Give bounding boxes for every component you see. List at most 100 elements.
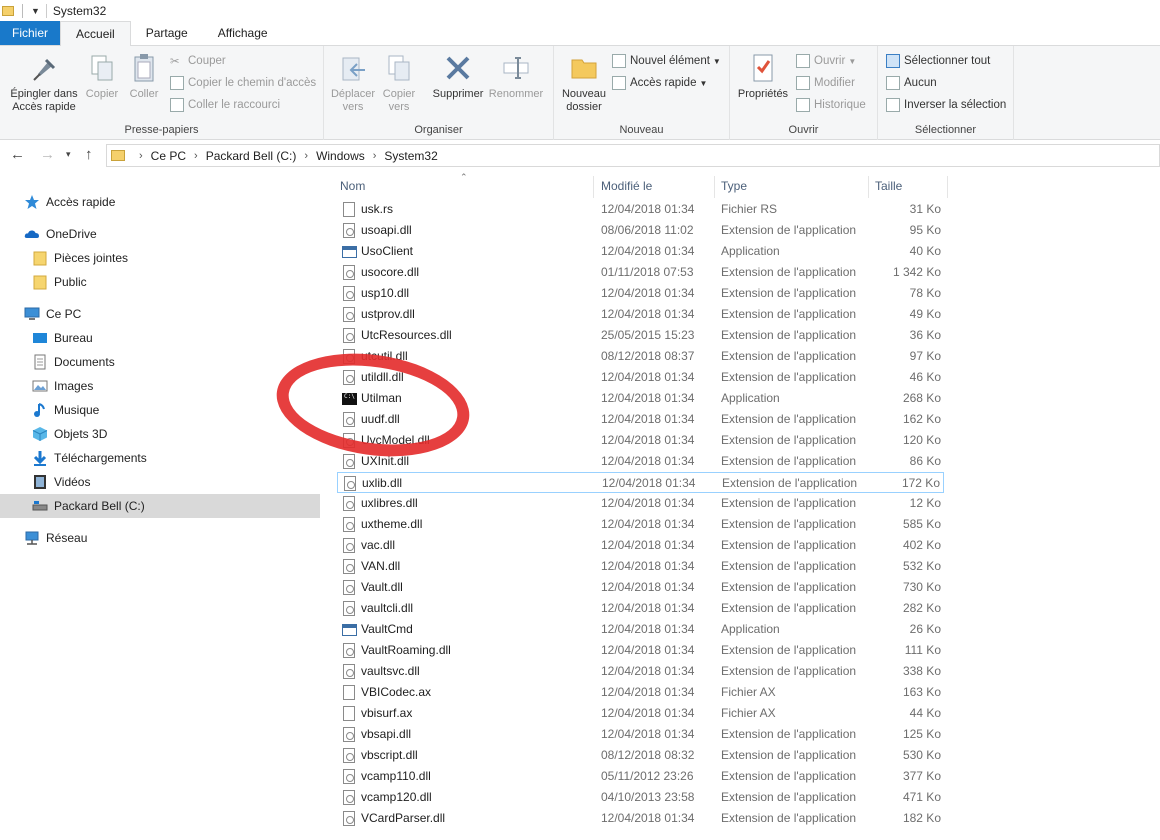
file-row[interactable]: vac.dll 12/04/2018 01:34 Extension de l'ap…: [337, 535, 944, 556]
chevron-right-icon[interactable]: ›: [304, 150, 308, 162]
file-row[interactable]: UsoClient 12/04/2018 01:34 Application 40 K…: [337, 241, 944, 262]
file-row[interactable]: vbsapi.dll 12/04/2018 01:34 Extension de l…: [337, 724, 944, 745]
file-row[interactable]: UtcResources.dll 25/05/2015 15:23 Extensio…: [337, 325, 944, 346]
file-row[interactable]: UvcModel.dll 12/04/2018 01:34 Extension de…: [337, 430, 944, 451]
invert-selection-button[interactable]: Inverser la sélection: [886, 95, 1006, 115]
copy-button[interactable]: Copier: [82, 52, 122, 101]
properties-button[interactable]: Propriétés: [734, 52, 792, 101]
file-type: Extension de l'application: [721, 223, 857, 237]
tab-view[interactable]: Affichage: [203, 21, 283, 45]
select-all-button[interactable]: Sélectionner tout: [886, 51, 990, 71]
file-type: Extension de l'application: [721, 643, 857, 657]
edit-icon: [796, 76, 810, 90]
up-arrow-icon[interactable]: ↑: [85, 146, 93, 163]
file-row[interactable]: uxlibres.dll 12/04/2018 01:34 Extension de…: [337, 493, 944, 514]
file-row[interactable]: utildll.dll 12/04/2018 01:34 Extension de …: [337, 367, 944, 388]
file-row[interactable]: vaultsvc.dll 12/04/2018 01:34 Extension de…: [337, 661, 944, 682]
customize-quick-access-icon[interactable]: ▼: [31, 6, 40, 16]
file-row[interactable]: vbscript.dll 08/12/2018 08:32 Extension de…: [337, 745, 944, 766]
nav-item-attachments[interactable]: Pièces jointes: [0, 246, 320, 270]
nav-item-videos[interactable]: Vidéos: [0, 470, 320, 494]
file-row[interactable]: VAN.dll 12/04/2018 01:34 Extension de l'ap…: [337, 556, 944, 577]
chevron-right-icon[interactable]: ›: [373, 150, 377, 162]
file-row[interactable]: usoapi.dll 08/06/2018 11:02 Extension de l…: [337, 220, 944, 241]
nav-item-3d-objects[interactable]: Objets 3D: [0, 422, 320, 446]
tab-share[interactable]: Partage: [131, 21, 203, 45]
nav-item-music[interactable]: Musique: [0, 398, 320, 422]
cut-button[interactable]: ✂ Couper: [170, 51, 226, 71]
nav-item-drive-c[interactable]: Packard Bell (C:): [0, 494, 320, 518]
app-icon: [342, 246, 357, 258]
file-row[interactable]: vcamp120.dll 04/10/2013 23:58 Extension de…: [337, 787, 944, 808]
chevron-right-icon[interactable]: ›: [194, 150, 198, 162]
file-row[interactable]: uxlib.dll 12/04/2018 01:34 Extension de l'…: [337, 472, 944, 493]
column-name[interactable]: Nom: [340, 172, 365, 200]
back-arrow-icon[interactable]: ←: [10, 146, 25, 163]
rename-button[interactable]: Renommer: [486, 52, 546, 101]
nav-item-network[interactable]: Réseau: [0, 526, 320, 550]
nav-item-downloads[interactable]: Téléchargements: [0, 446, 320, 470]
file-row[interactable]: Vault.dll 12/04/2018 01:34 Extension de l'…: [337, 577, 944, 598]
file-row[interactable]: Utilman 12/04/2018 01:34 Application 268 Ko: [337, 388, 944, 409]
pin-quick-access-button[interactable]: Épingler dans Accès rapide: [4, 52, 84, 114]
column-divider[interactable]: [947, 176, 948, 198]
nav-item-public[interactable]: Public: [0, 270, 320, 294]
paste-button[interactable]: Coller: [124, 52, 164, 101]
file-row[interactable]: usp10.dll 12/04/2018 01:34 Extension de l'…: [337, 283, 944, 304]
chevron-right-icon[interactable]: ›: [139, 150, 143, 162]
column-divider[interactable]: [868, 176, 869, 198]
folder-icon[interactable]: [2, 6, 14, 16]
file-row[interactable]: uxtheme.dll 12/04/2018 01:34 Extension de …: [337, 514, 944, 535]
column-divider[interactable]: [714, 176, 715, 198]
recent-locations-chevron-icon[interactable]: ▾: [66, 149, 71, 160]
tab-home[interactable]: Accueil: [60, 21, 131, 46]
file-modified: 12/04/2018 01:34: [602, 476, 696, 490]
copy-to-button[interactable]: Copier vers: [376, 52, 422, 114]
breadcrumb-drive[interactable]: Packard Bell (C:): [206, 149, 297, 163]
file-row[interactable]: vaultcli.dll 12/04/2018 01:34 Extension de…: [337, 598, 944, 619]
column-modified[interactable]: Modifié le: [601, 172, 652, 200]
open-button[interactable]: Ouvrir ▼: [796, 51, 856, 71]
copy-path-button[interactable]: Copier le chemin d'accès: [170, 73, 316, 93]
new-folder-button[interactable]: Nouveau dossier: [556, 52, 612, 114]
file-row[interactable]: vcamp110.dll 05/11/2012 23:26 Extension de…: [337, 766, 944, 787]
breadcrumb-windows[interactable]: Windows: [316, 149, 365, 163]
file-row[interactable]: usocore.dll 01/11/2018 07:53 Extension de …: [337, 262, 944, 283]
history-button[interactable]: Historique: [796, 95, 866, 115]
download-arrow-icon: [32, 450, 48, 466]
file-row[interactable]: vbisurf.ax 12/04/2018 01:34 Fichier AX 44 K…: [337, 703, 944, 724]
tab-file[interactable]: Fichier: [0, 21, 61, 45]
forward-arrow-icon[interactable]: →: [40, 146, 55, 163]
file-row[interactable]: UXInit.dll 12/04/2018 01:34 Extension de l…: [337, 451, 944, 472]
nav-item-onedrive[interactable]: OneDrive: [0, 222, 320, 246]
quick-access-button[interactable]: Accès rapide ▼: [612, 73, 707, 93]
address-bar[interactable]: › Ce PC › Packard Bell (C:) › Windows › …: [106, 144, 1160, 167]
file-row[interactable]: uudf.dll 12/04/2018 01:34 Extension de l'a…: [337, 409, 944, 430]
select-none-button[interactable]: Aucun: [886, 73, 937, 93]
file-row[interactable]: ustprov.dll 12/04/2018 01:34 Extension de …: [337, 304, 944, 325]
delete-button[interactable]: Supprimer: [426, 52, 490, 101]
new-item-button[interactable]: Nouvel élément ▼: [612, 51, 721, 71]
file-row[interactable]: VCardParser.dll 12/04/2018 01:34 Extension…: [337, 808, 944, 829]
file-row[interactable]: utcutil.dll 08/12/2018 08:37 Extension de …: [337, 346, 944, 367]
file-row[interactable]: usk.rs 12/04/2018 01:34 Fichier RS 31 Ko: [337, 199, 944, 220]
nav-item-quick-access[interactable]: Accès rapide: [0, 190, 320, 214]
column-divider[interactable]: [593, 176, 594, 198]
nav-item-this-pc[interactable]: Ce PC: [0, 302, 320, 326]
file-row[interactable]: VBICodec.ax 12/04/2018 01:34 Fichier AX 163…: [337, 682, 944, 703]
file-type: Application: [721, 244, 780, 258]
paste-shortcut-button[interactable]: Coller le raccourci: [170, 95, 280, 115]
column-size[interactable]: Taille: [875, 172, 902, 200]
move-to-button[interactable]: Déplacer vers: [328, 52, 378, 114]
nav-item-desktop[interactable]: Bureau: [0, 326, 320, 350]
nav-item-documents[interactable]: Documents: [0, 350, 320, 374]
column-type[interactable]: Type: [721, 172, 747, 200]
file-row[interactable]: VaultRoaming.dll 12/04/2018 01:34 Extensio…: [337, 640, 944, 661]
file-modified: 12/04/2018 01:34: [601, 307, 695, 321]
breadcrumb-system32[interactable]: System32: [384, 149, 437, 163]
file-name: vbsapi.dll: [361, 727, 412, 741]
nav-item-images[interactable]: Images: [0, 374, 320, 398]
breadcrumb-this-pc[interactable]: Ce PC: [151, 149, 186, 163]
edit-button[interactable]: Modifier: [796, 73, 855, 93]
file-row[interactable]: VaultCmd 12/04/2018 01:34 Application 26 Ko: [337, 619, 944, 640]
